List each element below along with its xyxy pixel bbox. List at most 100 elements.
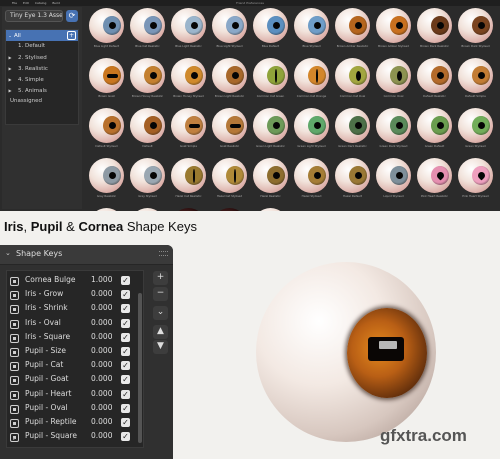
eye-asset-tile[interactable]: Pink Heart Stylised — [455, 158, 496, 206]
eye-asset-tile[interactable]: Hazel Realistic — [250, 158, 291, 206]
asset-library-dropdown[interactable]: Tiny Eye 1.3 Asset... — [5, 10, 63, 22]
eye-asset-tile[interactable]: Goat Realistic — [209, 108, 250, 156]
eye-asset-tile[interactable]: Green Light Stylised — [291, 108, 332, 156]
shape-key-mute-checkbox[interactable]: ✓ — [121, 432, 130, 442]
shape-key-mute-checkbox[interactable]: ✓ — [121, 361, 130, 371]
shape-key-name[interactable]: Cornea Bulge — [25, 275, 75, 284]
category-item[interactable]: ▶ 2. Stylised — [6, 52, 78, 63]
eye-asset-tile[interactable]: Blue Light Realistic — [168, 8, 209, 56]
expand-triangle-icon[interactable]: ▶ — [6, 85, 14, 96]
eye-asset-tile[interactable]: Blue Light Stylised — [209, 8, 250, 56]
eye-asset-tile[interactable]: Hazel Default — [332, 158, 373, 206]
shape-key-name[interactable]: Iris - Square — [25, 332, 70, 341]
shape-key-row[interactable]: Pupil - Size 0.000 ✓ — [7, 345, 135, 359]
shape-key-value[interactable]: 0.000 — [91, 289, 112, 298]
shape-key-row[interactable]: Pupil - Reptile 0.000 ✓ — [7, 416, 135, 430]
category-item[interactable]: ▶ 4. Simple — [6, 74, 78, 85]
eye-asset-tile[interactable]: Common Cat Orange — [291, 58, 332, 106]
eye-asset-tile[interactable]: Brown Goat — [86, 58, 127, 106]
add-catalog-icon[interactable]: + — [67, 31, 76, 40]
eye-asset-tile[interactable]: Default Simple — [455, 58, 496, 106]
remove-shape-key-button[interactable]: − — [153, 287, 168, 301]
eye-asset-tile[interactable]: Brown Light Realistic — [209, 58, 250, 106]
shape-key-name[interactable]: Iris - Oval — [25, 318, 61, 327]
eye-asset-tile[interactable]: Common Cat Oval — [332, 58, 373, 106]
eye-asset-tile[interactable]: Default — [127, 108, 168, 156]
eye-asset-tile[interactable]: Blue Cat Realistic — [127, 8, 168, 56]
shape-key-value[interactable]: 0.000 — [91, 332, 112, 341]
eye-asset-tile[interactable]: Brown Dark Stylised — [455, 8, 496, 56]
drag-handle-icon[interactable] — [159, 251, 168, 256]
collapse-chevron-icon[interactable]: ⌄ — [5, 249, 11, 257]
shape-key-mute-checkbox[interactable]: ✓ — [121, 375, 130, 385]
add-shape-key-button[interactable]: + — [153, 271, 168, 285]
shape-key-name[interactable]: Iris - Grow — [25, 289, 63, 298]
eye-asset-tile[interactable]: Hazel Cat Stylised — [209, 158, 250, 206]
category-item[interactable]: Unassigned — [6, 96, 78, 107]
shape-key-value[interactable]: 0.000 — [91, 431, 112, 440]
shape-key-name[interactable]: Pupil - Heart — [25, 389, 71, 398]
shape-key-value[interactable]: 1.000 — [91, 275, 112, 284]
expand-triangle-icon[interactable]: ▶ — [6, 52, 14, 63]
shape-key-name[interactable]: Pupil - Size — [25, 346, 66, 355]
refresh-library-icon[interactable]: ⟳ — [66, 10, 78, 22]
shape-key-row[interactable]: Iris - Grow 0.000 ✓ — [7, 288, 135, 302]
shape-key-row[interactable]: Iris - Oval 0.000 ✓ — [7, 317, 135, 331]
eye-asset-tile[interactable]: Common Oval — [373, 58, 414, 106]
eye-asset-tile[interactable]: Grey Stylised — [127, 158, 168, 206]
expand-triangle-icon[interactable]: ▶ — [6, 63, 14, 74]
eye-asset-tile[interactable]: Green Stylised — [455, 108, 496, 156]
shape-key-value[interactable]: 0.000 — [91, 403, 112, 412]
shape-key-mute-checkbox[interactable]: ✓ — [121, 403, 130, 413]
shape-keys-header[interactable]: ⌄ Shape Keys — [0, 245, 173, 265]
eye-asset-tile[interactable]: Green Dark Realistic — [332, 108, 373, 156]
shape-key-value[interactable]: 0.000 — [91, 346, 112, 355]
eye-asset-tile[interactable]: Green Dark Stylised — [373, 108, 414, 156]
eye-asset-tile[interactable]: Brown Honey Realistic — [127, 58, 168, 106]
shape-key-value[interactable]: 0.000 — [91, 360, 112, 369]
eye-asset-tile[interactable]: Brown Dark Realistic — [414, 8, 455, 56]
eye-asset-tile[interactable]: Common Cat Green — [250, 58, 291, 106]
shape-key-mute-checkbox[interactable]: ✓ — [121, 347, 130, 356]
category-item[interactable]: ▶ 5. Animals — [6, 85, 78, 96]
shape-key-mute-checkbox[interactable]: ✓ — [121, 290, 130, 300]
shape-key-name[interactable]: Pupil - Reptile — [25, 417, 77, 426]
shape-key-row[interactable]: Cornea Bulge 1.000 ✓ — [7, 274, 135, 288]
eye-asset-tile[interactable]: Default Realistic — [414, 58, 455, 106]
eye-asset-tile[interactable]: Grey Realistic — [86, 158, 127, 206]
eye-asset-tile[interactable]: Default Stylised — [86, 108, 127, 156]
shape-key-row[interactable]: Iris - Square 0.000 ✓ — [7, 331, 135, 345]
move-up-button[interactable]: ▲ — [153, 325, 168, 339]
shape-key-row[interactable]: Pupil - Square 0.000 ✓ — [7, 430, 135, 444]
shape-key-mute-checkbox[interactable]: ✓ — [121, 389, 130, 399]
shape-key-mute-checkbox[interactable]: ✓ — [121, 276, 130, 285]
shape-key-value[interactable]: 0.000 — [91, 417, 112, 426]
move-down-button[interactable]: ▼ — [153, 340, 168, 354]
list-resize-icon[interactable]: ▸ — [13, 436, 16, 442]
eye-asset-tile[interactable]: Blue Light Default — [86, 8, 127, 56]
shape-key-value[interactable]: 0.000 — [91, 389, 112, 398]
shape-key-value[interactable]: 0.000 — [91, 303, 112, 312]
eye-asset-tile[interactable]: Brown Amber Realistic — [332, 8, 373, 56]
eye-asset-tile[interactable]: Liquid Stylised — [373, 158, 414, 206]
list-scrollbar[interactable] — [138, 293, 142, 443]
shape-key-row[interactable]: Pupil - Cat 0.000 ✓ — [7, 359, 135, 373]
shape-key-row[interactable]: Iris - Shrink 0.000 ✓ — [7, 302, 135, 316]
shape-key-value[interactable]: 0.000 — [91, 374, 112, 383]
eye-asset-tile[interactable]: Green Light Realistic — [250, 108, 291, 156]
eye-asset-tile[interactable]: Green Default — [414, 108, 455, 156]
eye-asset-tile[interactable]: Blue Default — [250, 8, 291, 56]
category-item[interactable]: ⌄ All + — [6, 30, 78, 41]
specials-menu-button[interactable]: ⌄ — [153, 306, 168, 320]
shape-key-name[interactable]: Pupil - Oval — [25, 403, 68, 412]
eye-asset-tile[interactable]: Hazel Cat Realistic — [168, 158, 209, 206]
eye-asset-tile[interactable]: Brown Honey Stylised — [168, 58, 209, 106]
shape-key-row[interactable]: Pupil - Heart 0.000 ✓ — [7, 388, 135, 402]
shape-key-row[interactable]: Pupil - Goat 0.000 ✓ — [7, 373, 135, 387]
category-item[interactable]: 1. Default — [6, 41, 78, 52]
shape-key-mute-checkbox[interactable]: ✓ — [121, 318, 130, 328]
shape-key-row[interactable]: Pupil - Oval 0.000 ✓ — [7, 402, 135, 416]
shape-key-mute-checkbox[interactable]: ✓ — [121, 418, 130, 427]
category-item[interactable]: ▶ 3. Realistic — [6, 63, 78, 74]
shape-key-name[interactable]: Pupil - Cat — [25, 360, 63, 369]
